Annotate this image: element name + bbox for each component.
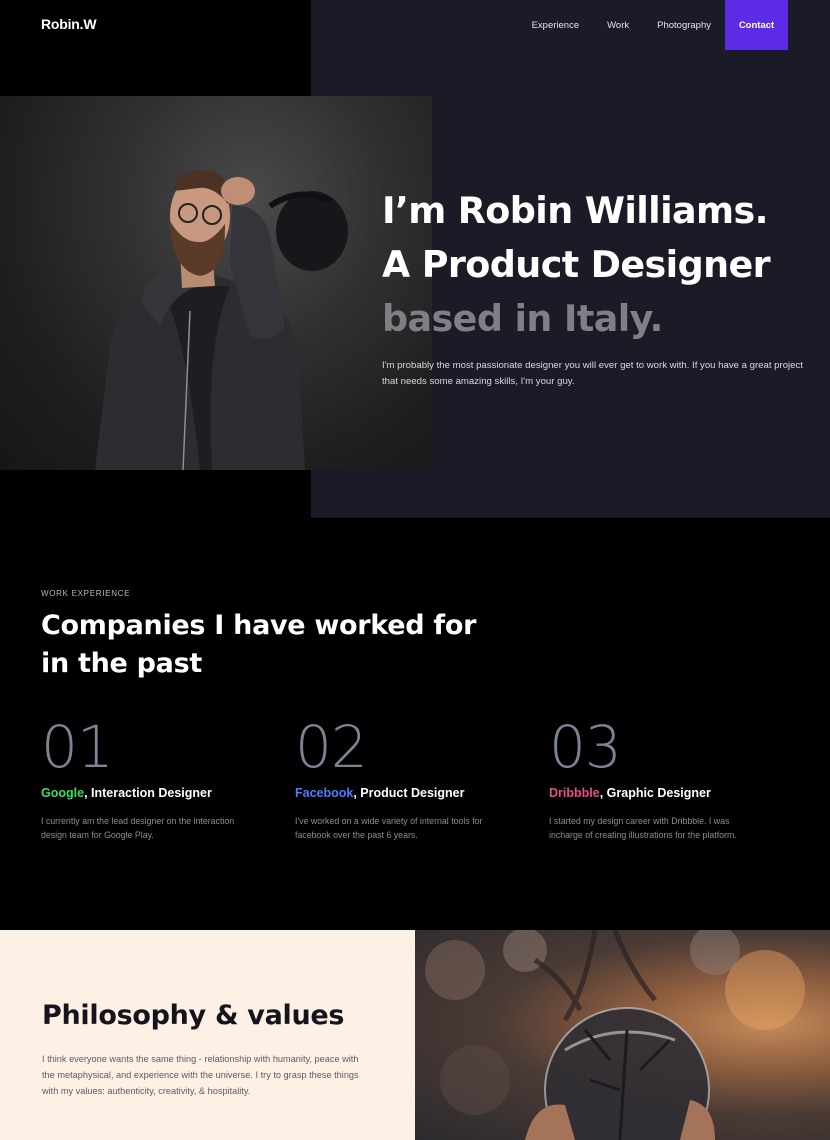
experience-role: Google, Interaction Designer [41, 786, 261, 800]
experience-item-google: 01 Google, Interaction Designer I curren… [41, 716, 261, 842]
hero-title-line-1: I’m Robin Williams. [382, 189, 768, 232]
experience-item-facebook: 02 Facebook, Product Designer I've worke… [295, 716, 515, 842]
experience-description: I started my design career with Dribbble… [549, 816, 737, 840]
philosophy-title: Philosophy & values [42, 1000, 345, 1031]
experience-title: Companies I have worked for in the past [41, 610, 477, 679]
experience-number: 01 [41, 713, 114, 781]
philosophy-text: I think everyone wants the same thing - … [42, 1054, 359, 1096]
hero-portrait-photo [0, 96, 432, 470]
company-link-facebook[interactable]: Facebook [295, 786, 353, 800]
experience-number: 03 [549, 713, 622, 781]
role-label: , Graphic Designer [599, 786, 711, 800]
nav-link-work[interactable]: Work [607, 20, 629, 31]
philosophy-panel [0, 930, 415, 1140]
nav-link-photography[interactable]: Photography [657, 20, 711, 31]
role-label: , Product Designer [353, 786, 465, 800]
hero-title-line-2: A Product Designer [382, 243, 771, 286]
experience-description: I currently am the lead designer on the … [41, 816, 235, 840]
experience-description: I've worked on a wide variety of interna… [295, 816, 483, 840]
crystal-ball-photo [415, 930, 830, 1140]
hero-subtitle: I'm probably the most passionate designe… [382, 360, 803, 387]
hero-title-line-3: based in Italy. [382, 297, 663, 340]
hero-title: I’m Robin Williams. A Product Designer b… [382, 184, 771, 346]
contact-button[interactable]: Contact [725, 0, 788, 50]
main-nav: Experience Work Photography Contact [518, 0, 788, 50]
experience-role: Dribbble, Graphic Designer [549, 786, 769, 800]
nav-link-experience[interactable]: Experience [532, 20, 580, 31]
experience-eyebrow: WORK EXPERIENCE [41, 589, 131, 598]
role-label: , Interaction Designer [84, 786, 212, 800]
company-link-google[interactable]: Google [41, 786, 84, 800]
logo[interactable]: Robin.W [41, 16, 97, 32]
experience-role: Facebook, Product Designer [295, 786, 515, 800]
experience-item-dribbble: 03 Dribbble, Graphic Designer I started … [549, 716, 769, 842]
company-link-dribbble[interactable]: Dribbble [549, 786, 600, 800]
experience-number: 02 [295, 713, 368, 781]
